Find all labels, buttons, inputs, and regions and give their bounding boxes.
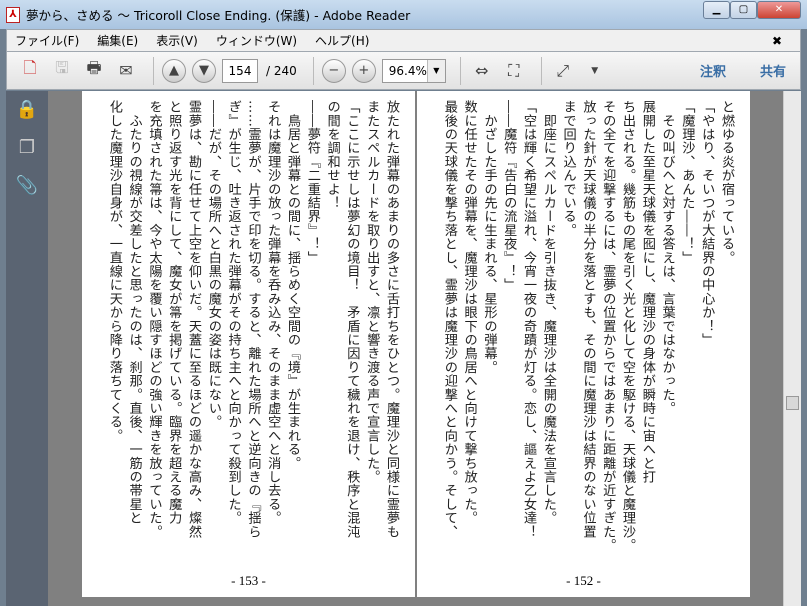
text-line: 最後の天球儀を撃ち落とし、霊夢は魔理沙の迎撃へと向かう。そして、 [441,100,457,539]
fullscreen-icon[interactable]: ⤢ [550,58,576,84]
zoom-value: 96.4% [388,63,427,78]
title-bar: ⅄ 夢から、さめる ～ Tricoroll Close Ending. (保護)… [0,0,807,29]
email-icon[interactable]: ✉ [113,58,139,84]
page-total: / 240 [266,63,297,78]
comment-button[interactable]: 注釈 [700,61,726,80]
text-line: 霊夢は、勘に任せて上空を仰いだ。天蓋に至るほどの遥かな高み、燦然 [186,100,202,539]
page-number: - 153 - [231,573,266,588]
page-number: - 152 - [566,573,601,588]
toolbar: 🗋 🖫 🖶 ✉ ▲ ▼ 154 / 240 − + 96.4% ▼ ⇔ ⛶ ⤢ ▼… [6,51,801,90]
menu-file[interactable]: ファイル(F) [15,32,79,49]
text-line: 即座にスペルカードを引き抜き、魔理沙は全開の魔法を宣言した。 [540,100,556,525]
create-pdf-icon[interactable]: 🗋 [17,58,43,84]
menu-view[interactable]: 表示(V) [156,32,198,49]
vertical-scrollbar[interactable] [783,91,801,606]
navigation-pane: 🔒 ❐ 📎 [6,91,48,606]
print-icon[interactable]: 🖶 [81,58,107,84]
text-line: 放たれた弾幕のあまりの多さに舌打ちをひとつ。魔理沙と同様に霊夢も [384,100,399,539]
save-icon[interactable]: 🖫 [49,58,75,84]
page-153: 放たれた弾幕のあまりの多さに舌打ちをひとつ。魔理沙と同様に霊夢も またスペルカード… [82,91,415,597]
text-line: 化した魔理沙自身が、一直線に天から降り落ちてくる。 [106,100,122,443]
text-line: その全てを迎撃するには、霊夢の位置からではあまりに距離が近すぎた。 [600,100,616,553]
text-line: 「ここに示せしは夢幻の境目！ 矛盾に因りて穢れを退け、秩序と混沌 [344,100,360,539]
menu-bar: ファイル(F) 編集(E) 表示(V) ウィンドウ(W) ヘルプ(H) ✖ [6,29,801,51]
zoom-out-button[interactable]: − [321,58,346,83]
pages-icon[interactable]: ❐ [6,137,48,167]
text-line: ――魔符『告白の流星夜』！」 [501,100,517,292]
fit-page-icon[interactable]: ⛶ [501,58,527,84]
zoom-in-button[interactable]: + [351,58,376,83]
zoom-level-select[interactable]: 96.4% ▼ [381,58,446,83]
text-line: ……霊夢が、片手で印を切る。すると、離れた場所へと逆向きの『揺ら [245,100,261,539]
menu-help[interactable]: ヘルプ(H) [315,32,369,49]
page-number-input[interactable]: 154 [222,58,258,83]
text-line: 展開した至星天球儀を囮にし、魔理沙の身体が瞬時に宙へと打 [639,100,655,484]
text-line: またスペルカードを取り出すと、凛と響き渡る声で宣言した。 [364,100,380,484]
page-152: と燃ゆる炎が宿っている。 「やはり、そいつが大結界の中心か！」 「魔理沙、あんた――… [417,91,750,597]
close-document-icon[interactable]: ✖ [772,34,782,48]
next-page-button[interactable]: ▼ [192,58,216,83]
lock-icon[interactable]: 🔒 [6,99,48,129]
text-line: まで回り込んでいる。 [560,100,576,237]
window-title: 夢から、さめる ～ Tricoroll Close Ending. (保護) -… [26,8,411,23]
text-line: ――夢符『二重結界』！」 [304,100,320,265]
minimize-button[interactable]: ▁ [703,1,730,19]
maximize-button[interactable]: ▢ [730,1,757,19]
text-line: 「やはり、そいつが大結界の中心か！」 [699,100,715,347]
more-tools-icon[interactable]: ▼ [582,58,608,84]
text-line: ――だが、その場所へと白黒の魔女の姿は既にない。 [205,100,221,429]
text-line: と照り返す光を背にして、魔女が箒を掲げている。臨界を超える魔力 [166,100,182,525]
text-line: ふたりの視線が交差したと思ったのは、刹那。直後、一筋の帯星と [126,100,142,525]
text-line: かざした手の先に生まれる、星形の弾幕。 [481,100,497,374]
scrollbar-thumb[interactable] [786,396,799,410]
text-line: その叫びへと対する答えは、言葉ではなかった。 [659,100,675,416]
attachment-icon[interactable]: 📎 [6,175,48,205]
fit-width-icon[interactable]: ⇔ [469,58,495,84]
menu-window[interactable]: ウィンドウ(W) [216,32,297,49]
page-text: 放たれた弾幕のあまりの多さに舌打ちをひとつ。魔理沙と同様に霊夢も またスペルカード… [104,100,401,570]
text-line: ぎ』が生じ、吐き返された弾幕がその持ち主へと向かって殺到した。 [225,100,241,525]
text-line: それは魔理沙の放った弾幕を呑み込み、そのまま虚空へと消し去る。 [265,100,281,525]
text-line: と燃ゆる炎が宿っている。 [719,100,734,265]
text-line: の間を調和せよ！ [324,100,340,210]
text-line: ち出される。幾筋もの尾を引く光と化して空を駆ける、天球儀と魔理沙。 [620,100,636,553]
menu-edit[interactable]: 編集(E) [97,32,138,49]
pdf-icon: ⅄ [6,6,20,23]
previous-page-button[interactable]: ▲ [162,58,186,83]
text-line: 放った針が天球儀の半分を落とすも、その間に魔理沙は結界のない位置 [580,100,596,539]
page-text: と燃ゆる炎が宿っている。 「やはり、そいつが大結界の中心か！」 「魔理沙、あんた――… [439,100,736,570]
document-view[interactable]: 放たれた弾幕のあまりの多さに舌打ちをひとつ。魔理沙と同様に霊夢も またスペルカード… [48,91,783,606]
text-line: 「魔理沙、あんた――！」 [679,100,695,265]
text-line: 数に任せたその弾幕を、魔理沙は眼下の鳥居へと向けて撃ち放った。 [461,100,477,525]
share-button[interactable]: 共有 [760,61,786,80]
chevron-down-icon[interactable]: ▼ [426,59,445,82]
text-line: 鳥居と弾幕との間に、揺らめく空間の『境』が生まれる。 [285,100,301,470]
text-line: 「空は輝く希望に溢れ、今宵一夜の奇蹟が灯る。恋し、謳えよ乙女達！ [521,100,537,539]
close-button[interactable]: ✕ [757,1,801,19]
text-line: を充填された箒は、今や太陽を覆い隠すほどの強い輝きを放っていた。 [146,100,162,539]
